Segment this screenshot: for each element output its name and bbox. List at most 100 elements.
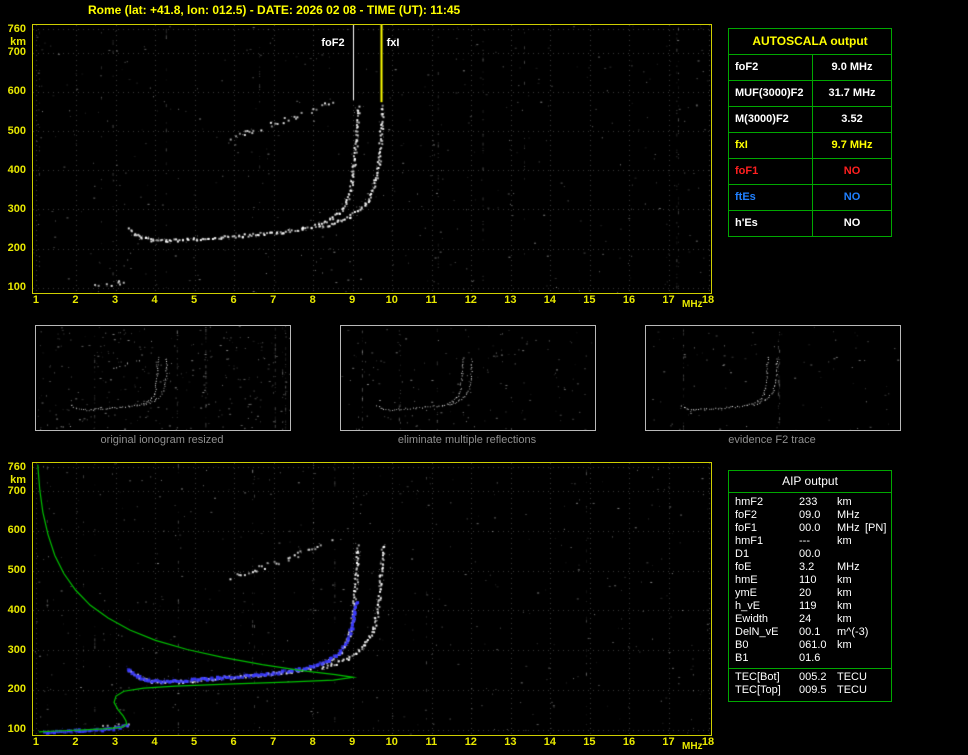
aip-row: DelN_vE 00.1 m^(-3) (729, 626, 891, 639)
autoscala-output-table: AUTOSCALA output foF2 9.0 MHz MUF(3000)F2 3… (728, 28, 892, 237)
x-axis-tick-label: 16 (622, 736, 636, 748)
ionogram-plot-profile (32, 462, 712, 736)
x-axis-tick-label: 6 (230, 294, 237, 306)
x-axis-tick-label: 10 (385, 294, 398, 306)
aip-row: ymE 20 km (729, 587, 891, 600)
aip-row-label: ymE (735, 587, 757, 599)
autoscala-row-label: h'Es (729, 211, 813, 236)
y-axis-unit-label: km (10, 473, 26, 486)
aip-row-value: 110 (799, 574, 817, 586)
x-axis-tick-label: 13 (504, 294, 517, 306)
autoscala-row-value: NO (843, 217, 861, 229)
aip-row-extra (865, 639, 891, 652)
aip-row-label: TEC[Bot] (735, 671, 780, 683)
aip-row-unit: m^(-3) (837, 626, 869, 638)
x-axis-tick-label: 5 (191, 294, 198, 306)
autoscala-row-label: foF2 (729, 55, 813, 80)
x-axis-tick-label: 15 (583, 294, 596, 306)
aip-row-unit: km (837, 496, 852, 508)
autoscala-rows-container: foF2 9.0 MHz MUF(3000)F2 31.7 MHz M(3000)F2 3… (729, 55, 891, 236)
x-axis-tick-label: 11 (425, 736, 438, 748)
y-axis-tick-label: 500 (7, 564, 26, 577)
autoscala-row-label: ftEs (729, 185, 813, 210)
aip-row-label: hmF2 (735, 496, 764, 508)
aip-row-label: foE (735, 561, 752, 573)
aip-row-extra (865, 535, 891, 548)
autoscala-row-label: foF1 (729, 159, 813, 184)
x-axis-tick-label: 1 (32, 736, 40, 748)
aip-row-value: 119 (799, 600, 817, 612)
aip-row-label: TEC[Top] (735, 684, 781, 696)
autoscala-row-label: M(3000)F2 (729, 107, 813, 132)
thumbnail-no-multiples (340, 325, 596, 431)
station-date-title: Rome (lat: +41.8, lon: 012.5) - DATE: 20… (88, 3, 461, 17)
aip-row-unit: MHz (837, 561, 860, 573)
x-axis-tick-label: 12 (464, 736, 477, 748)
aip-row-value: 01.6 (799, 652, 821, 664)
trace-frequency-label: fxI (386, 37, 400, 50)
aip-row: hmE 110 km (729, 574, 891, 587)
aip-row-value: 20 (799, 587, 812, 599)
aip-row-unit: km (837, 535, 852, 547)
ionogram-canvas-profile (33, 463, 711, 735)
x-axis-tick-label: 14 (543, 294, 556, 306)
aip-row-extra: [PN] (865, 522, 887, 534)
x-axis-tick-label: 4 (151, 294, 158, 306)
autoscala-row-value: 9.7 MHz (831, 139, 873, 151)
aip-row: foF1 00.0 MHz [PN] (729, 522, 891, 535)
aip-row-extra (865, 684, 891, 697)
aip-row-value: 24 (799, 613, 812, 625)
x-axis-tick-label: 17 (662, 294, 675, 306)
aip-row-extra (865, 561, 891, 574)
autoscala-row-label: MUF(3000)F2 (729, 81, 813, 106)
aip-row-unit (837, 652, 865, 665)
y-axis-tick-label: 200 (7, 242, 26, 255)
x-axis-tick-label: 2 (72, 736, 79, 748)
autoscala-row: M(3000)F2 3.52 (729, 107, 891, 133)
x-axis-tick-label: 11 (425, 294, 438, 306)
thumbnail-caption-f2-trace: evidence F2 trace (728, 434, 816, 446)
x-axis-unit-label: MHz (682, 299, 703, 310)
aip-row-value: 005.2 (799, 671, 827, 683)
aip-row-extra (865, 652, 891, 665)
y-axis-tick-label: 400 (7, 163, 26, 176)
aip-row-extra (865, 587, 891, 600)
aip-row-label: DelN_vE (735, 626, 779, 638)
aip-row-label: Ewidth (735, 613, 769, 625)
x-axis-tick-label: 8 (309, 294, 316, 306)
aip-row-value: 061.0 (799, 639, 827, 651)
aip-row-label: hmF1 (735, 535, 764, 547)
y-axis-tick-label: 500 (7, 124, 26, 137)
y-axis-tick-label: 600 (7, 85, 26, 98)
aip-row-unit: km (837, 600, 852, 612)
x-axis-tick-label: 6 (230, 736, 237, 748)
aip-row: hmF1 --- km (729, 535, 891, 548)
aip-rows-container: hmF2 233 km foF2 09.0 MHz foF1 00.0 MHz [PN] hmF1 -… (729, 496, 891, 665)
x-axis-tick-label: 13 (504, 736, 517, 748)
aip-row-value: --- (799, 535, 810, 547)
aip-row: B0 061.0 km (729, 639, 891, 652)
aip-row-value: 00.0 (799, 548, 821, 560)
aip-row-extra (865, 626, 891, 639)
x-axis-tick-label: 7 (270, 736, 277, 748)
aip-tec-rows-container: TEC[Bot] 005.2 TECU TEC[Top] 009.5 TECU (729, 668, 891, 697)
aip-row-label: B1 (735, 652, 749, 664)
aip-row-unit: TECU (837, 671, 867, 683)
aip-row-label: foF2 (735, 509, 758, 521)
x-axis-tick-label: 16 (622, 294, 636, 306)
autoscala-row-value: 31.7 MHz (828, 87, 876, 99)
x-axis-tick-label: 10 (385, 736, 398, 748)
aip-row-value: 00.0 (799, 522, 821, 534)
autoscala-row: fxI 9.7 MHz (729, 133, 891, 159)
autoscala-row-value: 9.0 MHz (831, 61, 873, 73)
aip-row: B1 01.6 (729, 652, 891, 665)
y-axis-tick-label: 700 (7, 484, 26, 497)
x-axis-tick-label: 17 (662, 736, 675, 748)
aip-output-header: AIP output (729, 471, 891, 493)
thumbnail-original-canvas (36, 326, 290, 430)
thumbnail-caption-original: original ionogram resized (100, 434, 224, 446)
y-axis-tick-label: 100 (7, 281, 26, 294)
autoscala-window: Rome (lat: +41.8, lon: 012.5) - DATE: 20… (0, 0, 968, 755)
thumbnail-original-ionogram (35, 325, 291, 431)
x-axis-tick-label: 15 (583, 736, 596, 748)
